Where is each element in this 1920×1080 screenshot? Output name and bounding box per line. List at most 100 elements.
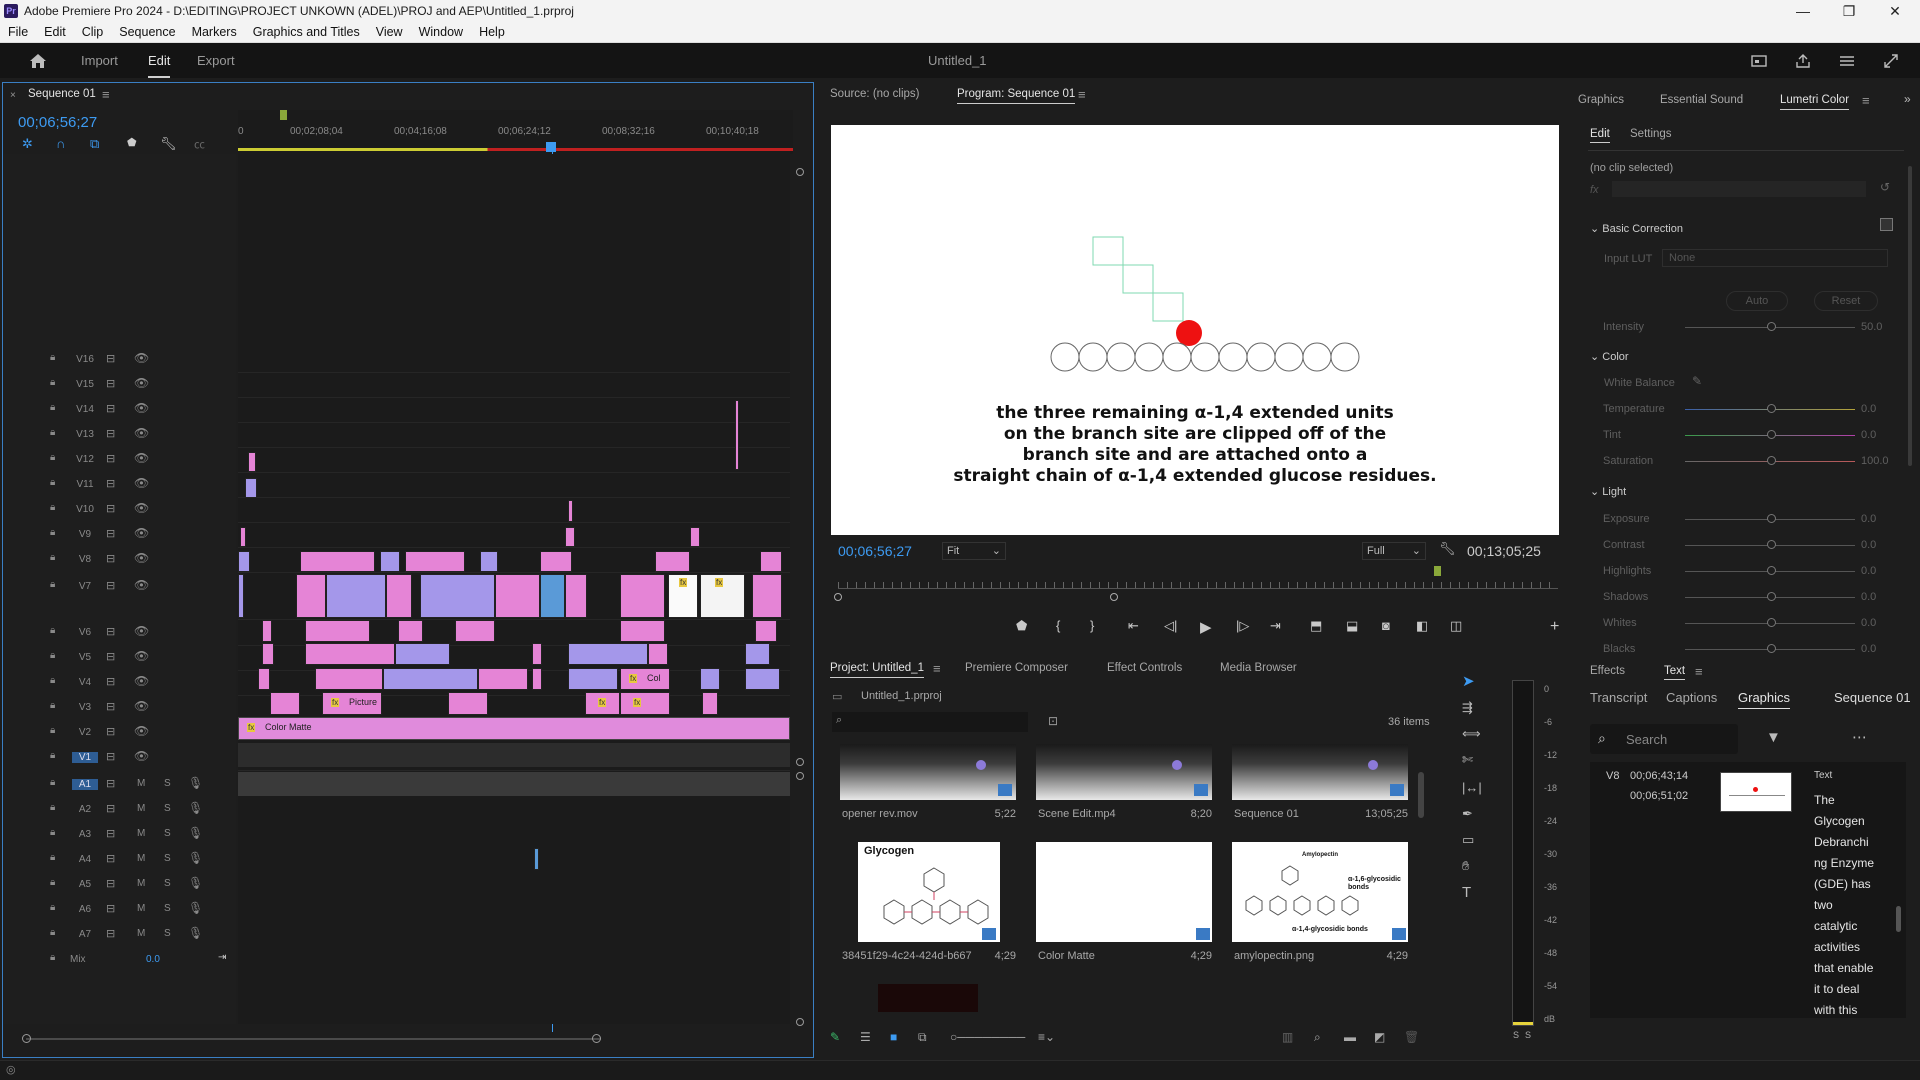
track-label[interactable]: V16 [72,354,98,365]
temperature-slider[interactable]: Temperature 0.0 [1603,400,1913,420]
sync-lock-icon[interactable]: ⊟ [106,827,115,840]
item-thumbnail[interactable] [1720,772,1792,812]
list-view-icon[interactable]: ☰ [860,1030,871,1044]
settings-wrench-icon[interactable]: 🔧︎ [160,136,177,152]
slider-knob[interactable] [1767,514,1776,523]
menu-graphics-titles[interactable]: Graphics and Titles [245,25,368,39]
lock-icon[interactable]: 🔒︎ [50,927,55,938]
timeline-timecode[interactable]: 00;06;56;27 [18,114,97,131]
eye-icon[interactable]: 👁︎ [134,551,149,565]
clip-thumbnail[interactable]: fx [700,574,745,618]
text-search-input[interactable]: ⌕ Search [1590,724,1738,754]
color-section-header[interactable]: ⌄ Color [1590,350,1629,363]
slider-knob[interactable] [1767,430,1776,439]
scrubber-handle[interactable] [1110,593,1118,601]
lock-icon[interactable]: 🔒︎ [50,877,55,888]
thumb-amylopectin[interactable]: Amylopectin α-1,6-glycosidic bonds α-1,4… [1232,842,1408,942]
clip[interactable] [380,551,400,572]
scroll-handle[interactable] [796,758,804,766]
ripple-edit-tool-icon[interactable]: ⟺ [1462,726,1481,742]
clip[interactable] [240,527,246,547]
clip[interactable] [655,551,690,572]
clip[interactable] [648,643,668,665]
clip[interactable] [480,551,498,572]
tab-program[interactable]: Program: Sequence 01 [957,88,1076,104]
slider-knob[interactable] [1767,456,1776,465]
solo-button[interactable]: S [164,828,171,839]
tab-lumetri-color[interactable]: Lumetri Color [1780,94,1850,110]
horizontal-zoom-bar[interactable] [26,1038,601,1040]
clip[interactable] [248,452,256,472]
mute-button[interactable]: M [137,853,145,864]
mark-in-icon[interactable]: { [1056,618,1060,633]
automate-to-sequence-icon[interactable]: ▥ [1282,1030,1293,1044]
sync-lock-icon[interactable]: ⊟ [106,675,115,688]
sync-lock-icon[interactable]: ⊟ [106,552,115,565]
clip[interactable] [420,574,495,618]
track-label[interactable]: V13 [72,429,98,440]
slider-knob[interactable] [1767,404,1776,413]
clip[interactable] [495,574,540,618]
scroll-handle[interactable] [796,772,804,780]
sort-icon[interactable]: ≡⌄ [1038,1030,1055,1044]
clip[interactable] [745,668,780,690]
thumb-scene-edit[interactable] [1036,744,1212,800]
eye-icon[interactable]: 👁︎ [134,649,149,663]
clip[interactable] [270,692,300,715]
hand-tool-icon[interactable]: ✋︎ [1462,858,1469,874]
clip[interactable] [305,620,370,642]
extract-icon[interactable]: ⬓ [1346,618,1358,634]
solo-button[interactable]: S [164,803,171,814]
comparison-view-icon[interactable]: ◧ [1416,618,1428,634]
track-label[interactable]: A5 [72,879,98,890]
lock-icon[interactable]: 🔒︎ [50,552,55,563]
eye-icon[interactable]: 👁︎ [134,699,149,713]
clip[interactable] [755,620,777,642]
lock-icon[interactable]: 🔒︎ [50,827,55,838]
playhead-handle[interactable] [546,142,556,152]
track-label[interactable]: A3 [72,829,98,840]
captions-icon[interactable]: ㏄ [194,136,205,152]
menu-edit[interactable]: Edit [36,25,74,39]
step-back-icon[interactable]: ◁| [1164,618,1177,634]
track-label[interactable]: V8 [72,554,98,565]
new-bin-icon[interactable]: ▬ [1344,1030,1356,1044]
menu-markers[interactable]: Markers [184,25,245,39]
lock-icon[interactable]: 🔒︎ [50,377,55,388]
add-marker-icon[interactable]: ⬟ [127,136,137,149]
pen-tool-icon[interactable]: ✒ [1462,806,1473,822]
sync-lock-icon[interactable]: ⊟ [106,927,115,940]
clip[interactable] [540,574,565,618]
eye-icon[interactable]: 👁︎ [134,624,149,638]
track-label[interactable]: A7 [72,929,98,940]
fullscreen-icon[interactable] [1882,52,1900,70]
sync-lock-icon[interactable]: ⊟ [106,750,115,763]
highlights-slider[interactable]: Highlights 0.0 [1603,562,1913,582]
item-text-content[interactable]: The Glycogen Debranchi ng Enzyme (GDE) has tw… [1814,790,1894,1021]
microphone-icon[interactable]: 🎙︎ [188,926,203,940]
clip-color-matte[interactable]: fx Color Matte [238,717,790,740]
track-label[interactable]: V2 [72,727,98,738]
add-marker-icon[interactable]: ⬟ [1016,618,1027,634]
eye-icon[interactable]: 👁︎ [134,376,149,390]
scrubber-handle[interactable] [834,593,842,601]
sync-lock-icon[interactable]: ⊟ [106,725,115,738]
eye-icon[interactable]: 👁︎ [134,501,149,515]
clip[interactable] [315,668,383,690]
clip[interactable] [735,400,739,470]
clip[interactable] [745,643,770,665]
eye-icon[interactable]: 👁︎ [134,674,149,688]
time-ruler[interactable]: 0 00;02;08;04 00;04;16;08 00;06;24;12 00… [238,110,793,154]
lock-icon[interactable]: 🔒︎ [50,402,55,413]
sync-lock-icon[interactable]: ⊟ [106,477,115,490]
clip[interactable] [386,574,412,618]
eye-icon[interactable]: 👁︎ [134,578,149,592]
program-video-frame[interactable]: the three remaining α-1,4 extended units… [831,125,1559,535]
menu-clip[interactable]: Clip [74,25,112,39]
home-icon[interactable] [28,52,48,70]
nest-sequence-icon[interactable]: ✲ [22,136,33,152]
tab-essential-sound[interactable]: Essential Sound [1660,94,1743,106]
tab-media-browser[interactable]: Media Browser [1220,662,1297,674]
microphone-icon[interactable]: 🎙︎ [188,851,203,865]
find-icon[interactable]: ⌕ [1314,1030,1321,1045]
